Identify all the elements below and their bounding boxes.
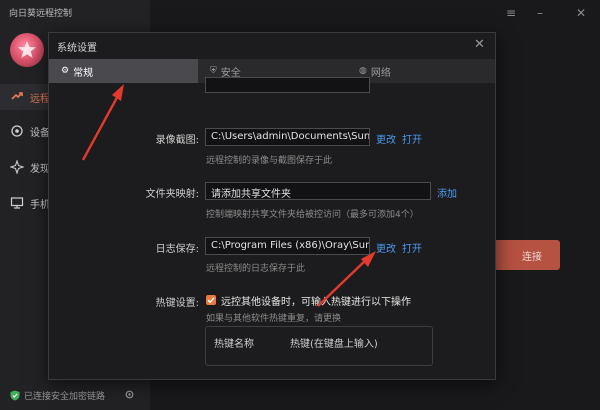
log-path-input[interactable]: C:\Program Files (x86)\Oray\Sun — [205, 237, 370, 255]
connection-status-text: 已连接安全加密链路 — [24, 392, 106, 402]
nav-label: 手机 — [30, 199, 50, 211]
shared-folder-add-link[interactable]: 添加 — [437, 185, 457, 200]
log-label: 日志保存: — [155, 244, 199, 255]
tab-label: 网络 — [370, 67, 391, 79]
shared-folder-input[interactable]: 请添加共享文件夹 — [205, 182, 431, 200]
globe-icon: ◍ — [359, 66, 367, 76]
hotkey-hint: 如果与其他软件热键重复，请更换 — [206, 314, 342, 324]
recording-path-input[interactable]: C:\Users\admin\Documents\Sun — [205, 128, 370, 146]
hotkey-table: 热键名称 热键(在键盘上输入) — [205, 326, 433, 366]
tab-general[interactable]: ⚙ 常规 — [49, 59, 198, 83]
app-title: 向日葵远程控制 — [9, 9, 73, 19]
tab-label: 常规 — [73, 67, 94, 79]
recording-label: 录像截图: — [155, 135, 199, 146]
settings-button[interactable] — [124, 389, 135, 403]
close-button[interactable]: ✕ — [576, 6, 586, 20]
hotkey-col-key: 热键(在键盘上输入) — [290, 339, 378, 350]
log-change-link[interactable]: 更改 — [376, 240, 396, 255]
settings-dialog: 系统设置 ✕ ⚙ 常规 ⛨ 安全 ◍ 网络 录像截图: C:\Users\adm… — [48, 32, 496, 380]
flower-logo-icon — [18, 41, 36, 58]
clipped-field[interactable] — [205, 77, 370, 93]
shield-icon: ⛨ — [210, 66, 217, 76]
avatar[interactable] — [10, 33, 44, 67]
recording-change-link[interactable]: 更改 — [376, 131, 396, 146]
check-icon — [207, 297, 215, 304]
connection-status: 已连接安全加密链路 — [10, 389, 105, 402]
menu-button[interactable]: ≡ — [506, 6, 516, 20]
discover-icon — [10, 160, 24, 174]
hotkey-label: 热键设置: — [155, 298, 199, 309]
hotkey-option-text: 远控其他设备时，可输入热键进行以下操作 — [221, 297, 411, 308]
dialog-close-button[interactable]: ✕ — [474, 37, 485, 52]
nav-label: 设备 — [30, 127, 50, 139]
shield-check-icon — [10, 390, 20, 401]
remote-icon — [11, 92, 23, 100]
connect-button[interactable]: 连接 — [486, 240, 560, 270]
monitor-icon — [10, 197, 24, 209]
gear-icon: ⚙ — [61, 66, 70, 76]
gear-icon — [125, 390, 134, 399]
recording-open-link[interactable]: 打开 — [402, 131, 422, 146]
log-open-link[interactable]: 打开 — [402, 240, 422, 255]
nav-label: 发现 — [30, 163, 50, 175]
shared-folder-hint: 控制端映射共享文件夹给被控访问（最多可添加4个） — [206, 210, 419, 220]
shared-folder-label: 文件夹映射: — [145, 189, 199, 200]
recording-hint: 远程控制的录像与截图保存于此 — [206, 156, 333, 166]
hotkey-checkbox[interactable] — [206, 295, 216, 305]
minimize-button[interactable]: – — [537, 6, 543, 20]
hotkey-col-name: 热键名称 — [214, 339, 254, 350]
device-icon — [11, 125, 23, 137]
nav-label: 远程 — [30, 93, 50, 105]
log-hint: 远程控制的日志保存于此 — [206, 264, 306, 274]
general-settings-panel: 录像截图: C:\Users\admin\Documents\Sun 更改 打开… — [49, 77, 495, 379]
dialog-title: 系统设置 — [57, 43, 97, 54]
